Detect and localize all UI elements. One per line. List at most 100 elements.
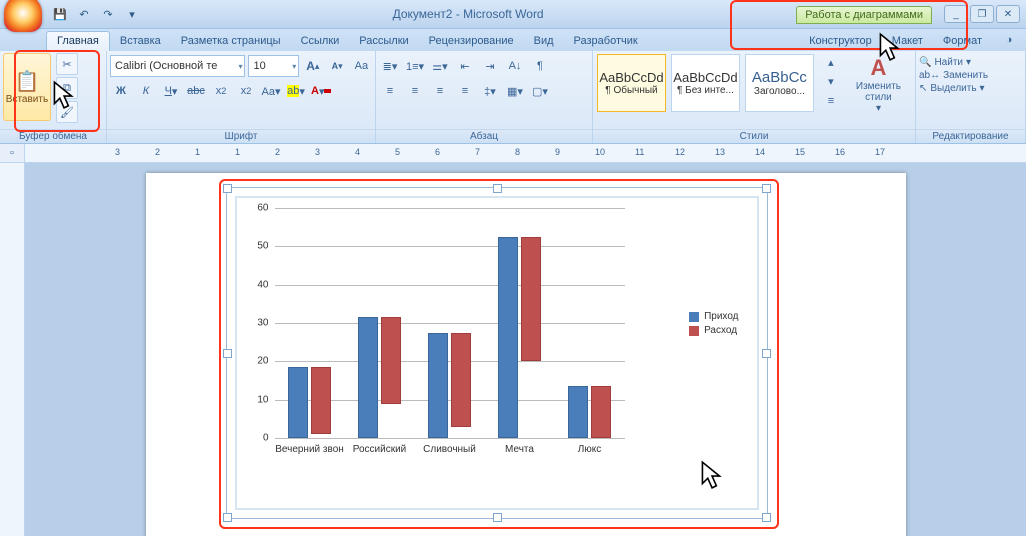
tab-page-layout[interactable]: Разметка страницы [171, 32, 291, 51]
subscript-button[interactable]: x2 [210, 80, 232, 102]
style-normal[interactable]: AaBbCcDd ¶ Обычный [597, 54, 666, 112]
format-painter-icon[interactable]: 🖌 [56, 101, 78, 123]
align-justify-icon[interactable]: ≡ [454, 80, 476, 102]
bar[interactable] [498, 237, 518, 438]
y-axis-label: 0 [263, 433, 269, 444]
resize-handle[interactable] [493, 513, 502, 522]
line-spacing-icon[interactable]: ‡▾ [479, 80, 501, 102]
chart-legend[interactable]: Приход Расход [689, 308, 738, 339]
close-button[interactable]: ✕ [996, 5, 1020, 23]
style-no-spacing[interactable]: AaBbCcDd ¶ Без инте... [671, 54, 740, 112]
undo-icon[interactable]: ↶ [76, 6, 92, 22]
bar[interactable] [381, 317, 401, 403]
bullets-icon[interactable]: ≣▾ [379, 55, 401, 77]
tab-format[interactable]: Формат [933, 32, 992, 51]
resize-handle[interactable] [223, 349, 232, 358]
restore-button[interactable]: ❐ [970, 5, 994, 23]
find-button[interactable]: 🔍Найти ▾ [919, 56, 1022, 69]
paste-label: Вставить [6, 94, 48, 105]
tab-review[interactable]: Рецензирование [419, 32, 524, 51]
ruler-tick: 8 [515, 147, 520, 157]
bar[interactable] [591, 386, 611, 438]
align-right-icon[interactable]: ≡ [429, 80, 451, 102]
chart-plot-area[interactable]: 0102030405060 Вечерний звонРоссийскийСли… [235, 196, 759, 510]
resize-handle[interactable] [493, 184, 502, 193]
bar[interactable] [521, 237, 541, 362]
font-family-dropdown[interactable]: Calibri (Основной те [110, 55, 245, 77]
qat-more-icon[interactable]: ▾ [124, 6, 140, 22]
minimize-button[interactable]: _ [944, 5, 968, 23]
resize-handle[interactable] [762, 513, 771, 522]
bar[interactable] [311, 367, 331, 434]
bar-group[interactable] [275, 367, 345, 438]
styles-more-icon[interactable]: ≡ [820, 92, 842, 111]
clear-format-icon[interactable]: Aa [351, 55, 372, 77]
tab-references[interactable]: Ссылки [291, 32, 350, 51]
grow-font-icon[interactable]: A▴ [302, 55, 323, 77]
styles-down-icon[interactable]: ▾ [820, 72, 842, 91]
y-axis-label: 60 [257, 203, 268, 214]
resize-handle[interactable] [223, 513, 232, 522]
paste-button[interactable]: 📋 Вставить [3, 53, 51, 121]
bar-group[interactable] [485, 237, 555, 438]
bar-group[interactable] [345, 317, 415, 438]
ruler-tick: 1 [235, 147, 240, 157]
bar-group[interactable] [415, 333, 485, 439]
x-axis-label: Мечта [485, 444, 555, 455]
bar[interactable] [288, 367, 308, 438]
italic-button[interactable]: К [135, 80, 157, 102]
tab-insert[interactable]: Вставка [110, 32, 171, 51]
bar[interactable] [451, 333, 471, 427]
cut-icon[interactable]: ✂ [56, 53, 78, 75]
tab-home[interactable]: Главная [46, 31, 110, 51]
tab-developer[interactable]: Разработчик [564, 32, 648, 51]
chart-object[interactable]: 0102030405060 Вечерний звонРоссийскийСли… [226, 187, 768, 519]
resize-handle[interactable] [762, 349, 771, 358]
legend-item[interactable]: Расход [689, 325, 738, 336]
document-canvas[interactable]: 0102030405060 Вечерний звонРоссийскийСли… [25, 163, 1026, 536]
redo-icon[interactable]: ↷ [100, 6, 116, 22]
resize-handle[interactable] [223, 184, 232, 193]
tab-mailings[interactable]: Рассылки [349, 32, 418, 51]
save-icon[interactable]: 💾 [52, 6, 68, 22]
styles-up-icon[interactable]: ▴ [820, 53, 842, 72]
bar[interactable] [358, 317, 378, 438]
shrink-font-icon[interactable]: A▾ [327, 55, 348, 77]
align-center-icon[interactable]: ≡ [404, 80, 426, 102]
shading-icon[interactable]: ▦▾ [504, 80, 526, 102]
change-styles-button[interactable]: A Изменить стили▾ [845, 53, 912, 116]
replace-button[interactable]: ab↔Заменить [919, 69, 1022, 82]
indent-inc-icon[interactable]: ⇥ [479, 55, 501, 77]
align-left-icon[interactable]: ≡ [379, 80, 401, 102]
font-size-dropdown[interactable]: 10 [248, 55, 299, 77]
tab-design[interactable]: Конструктор [799, 32, 882, 51]
show-marks-icon[interactable]: ¶ [529, 55, 551, 77]
numbering-icon[interactable]: 1≡▾ [404, 55, 426, 77]
copy-icon[interactable]: ⧉ [56, 77, 78, 99]
help-icon[interactable]: ◑ [998, 29, 1020, 51]
change-case-button[interactable]: Aa▾ [260, 80, 282, 102]
legend-item[interactable]: Приход [689, 311, 738, 322]
superscript-button[interactable]: x2 [235, 80, 257, 102]
bar-group[interactable] [555, 386, 625, 438]
horizontal-ruler[interactable]: 3211234567891011121314151617 [25, 144, 1026, 162]
font-color-button[interactable]: A▾ [310, 80, 332, 102]
borders-icon[interactable]: ▢▾ [529, 80, 551, 102]
bar[interactable] [568, 386, 588, 438]
strike-button[interactable]: abc [185, 80, 207, 102]
bold-button[interactable]: Ж [110, 80, 132, 102]
underline-button[interactable]: Ч▾ [160, 80, 182, 102]
resize-handle[interactable] [762, 184, 771, 193]
sort-icon[interactable]: A↓ [504, 55, 526, 77]
select-button[interactable]: ↖Выделить ▾ [919, 82, 1022, 95]
ruler-tick: 10 [595, 147, 605, 157]
indent-dec-icon[interactable]: ⇤ [454, 55, 476, 77]
style-heading1[interactable]: AaBbCc Заголово... [745, 54, 814, 112]
highlight-button[interactable]: ab▾ [285, 80, 307, 102]
vertical-ruler[interactable] [0, 163, 25, 536]
bar[interactable] [428, 333, 448, 439]
multilevel-icon[interactable]: ⚌▾ [429, 55, 451, 77]
office-button[interactable] [4, 0, 42, 32]
tab-view[interactable]: Вид [524, 32, 564, 51]
tab-layout[interactable]: Макет [882, 32, 933, 51]
